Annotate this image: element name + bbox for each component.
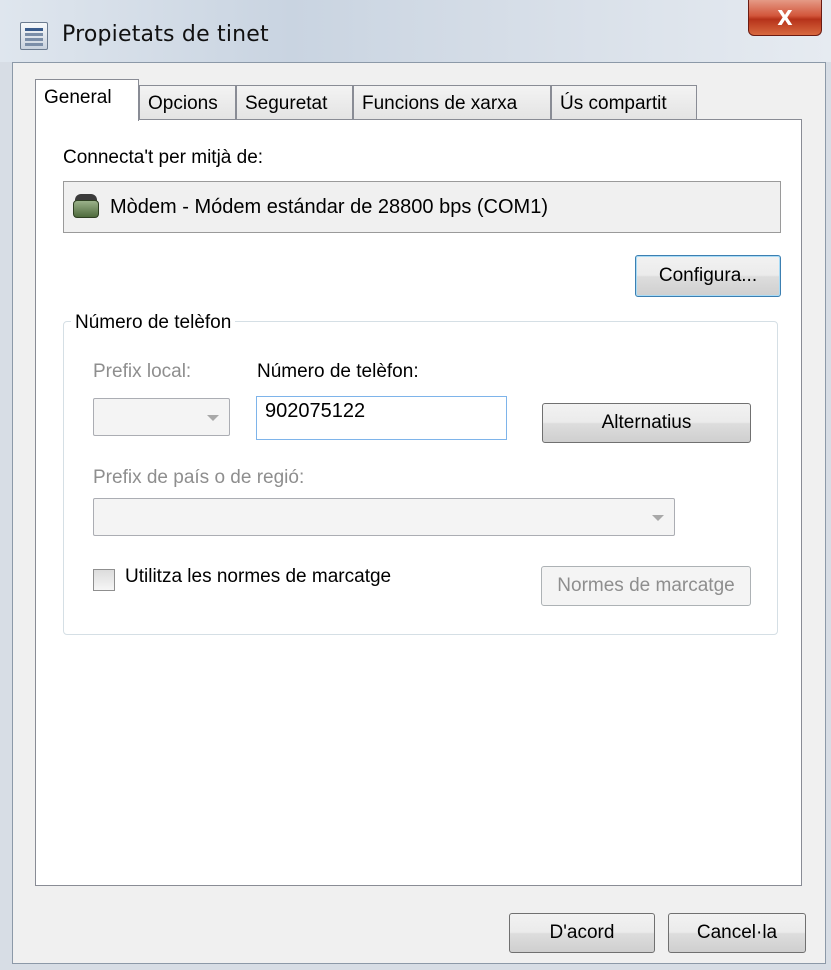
- device-field: Mòdem - Módem estándar de 28800 bps (COM…: [63, 181, 781, 233]
- title-bar: Propietats de tinet X: [0, 0, 831, 62]
- modem-icon: [72, 194, 100, 220]
- properties-dialog: Propietats de tinet X General Opcions Se…: [0, 0, 831, 970]
- tab-seguretat[interactable]: Seguretat: [236, 85, 353, 121]
- country-prefix-combo[interactable]: [93, 498, 675, 536]
- window-title: Propietats de tinet: [62, 22, 269, 47]
- local-prefix-combo[interactable]: [93, 398, 230, 436]
- use-dialing-rules-checkbox[interactable]: [93, 569, 115, 591]
- dialing-rules-button[interactable]: Normes de marcatge: [541, 566, 751, 606]
- connect-using-label: Connecta't per mitjà de:: [63, 147, 264, 168]
- configure-button[interactable]: Configura...: [635, 255, 781, 297]
- alternates-button[interactable]: Alternatius: [542, 403, 751, 443]
- ok-button[interactable]: D'acord: [509, 913, 655, 953]
- local-prefix-label: Prefix local:: [93, 361, 192, 382]
- phone-number-input[interactable]: 902075122: [256, 396, 507, 440]
- chevron-down-icon: [652, 515, 664, 521]
- tab-opcions[interactable]: Opcions: [139, 85, 236, 121]
- connection-icon: [20, 22, 48, 50]
- close-button[interactable]: X: [748, 0, 822, 36]
- chevron-down-icon: [207, 415, 219, 421]
- tab-funcions-de-xarxa[interactable]: Funcions de xarxa: [353, 85, 551, 121]
- tab-us-compartit[interactable]: Ús compartit: [551, 85, 697, 121]
- device-name: Mòdem - Módem estándar de 28800 bps (COM…: [110, 195, 548, 218]
- phone-number-label: Número de telèfon:: [257, 361, 419, 382]
- cancel-button[interactable]: Cancel·la: [668, 913, 806, 953]
- country-prefix-label: Prefix de país o de regió:: [93, 467, 305, 488]
- use-dialing-rules-label: Utilitza les normes de marcatge: [125, 566, 392, 587]
- phone-group-legend: Número de telèfon: [71, 312, 236, 334]
- dialog-body: General Opcions Seguretat Funcions de xa…: [12, 62, 826, 964]
- tab-general[interactable]: General: [35, 79, 139, 121]
